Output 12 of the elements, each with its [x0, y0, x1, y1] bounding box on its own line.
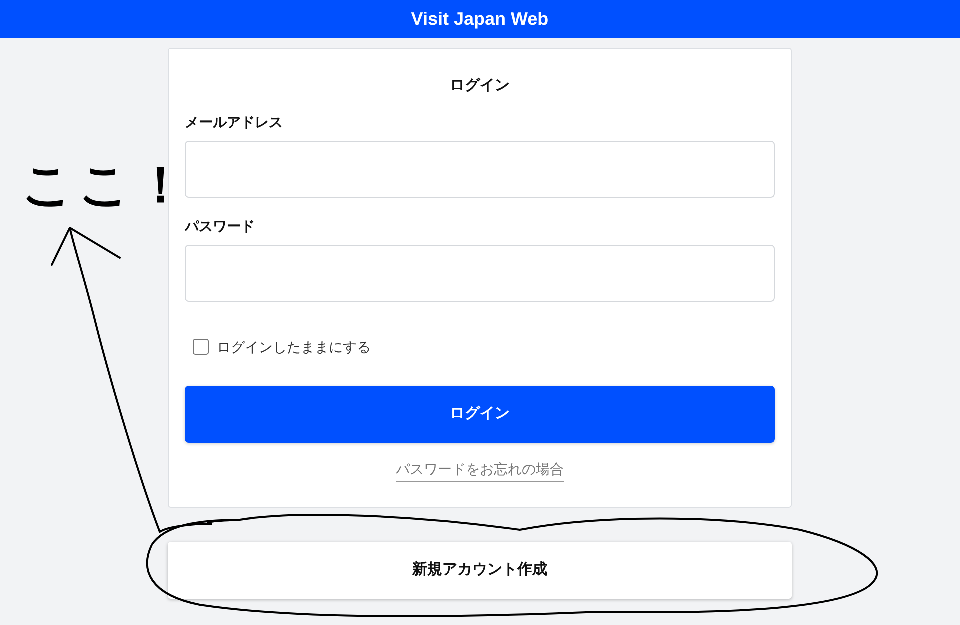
remember-checkbox[interactable]	[193, 339, 209, 355]
password-field[interactable]	[185, 244, 775, 302]
annotation-text: ここ！	[22, 160, 192, 210]
login-button[interactable]: ログイン	[185, 386, 775, 442]
site-title: Visit Japan Web	[411, 8, 549, 31]
field-label: パスワード	[185, 216, 255, 236]
create-account-button[interactable]: 新規アカウント作成	[168, 542, 792, 599]
card-title: ログイン	[450, 76, 510, 96]
email-field[interactable]	[185, 140, 775, 198]
field-label: メールアドレス	[185, 112, 283, 132]
forgot-password-link[interactable]: パスワードをお忘れの場合	[396, 458, 564, 482]
remember-label: ログインしたままにする	[217, 338, 371, 356]
